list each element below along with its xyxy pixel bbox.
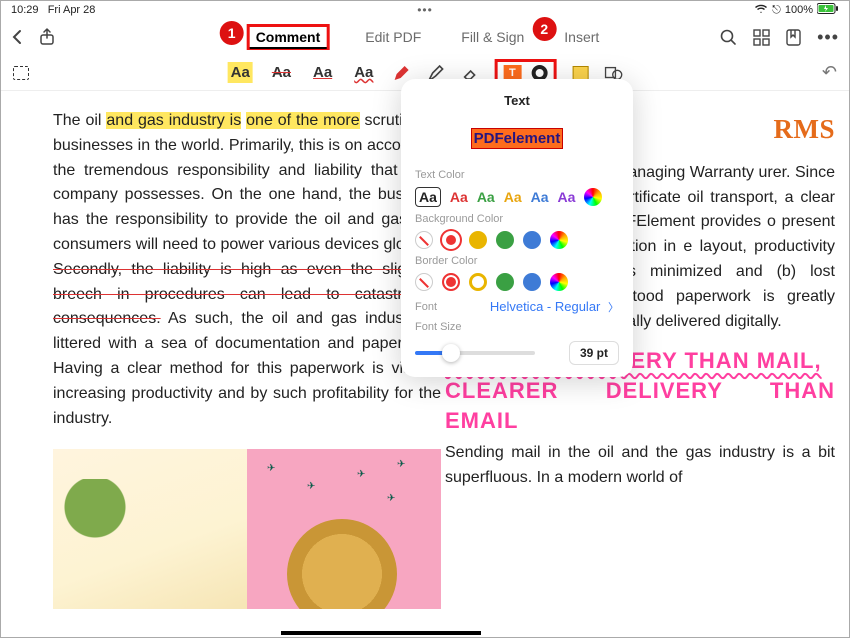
tab-comment[interactable]: 1 Comment bbox=[247, 24, 330, 50]
bg-color-red[interactable] bbox=[442, 231, 460, 249]
border-color-red[interactable] bbox=[442, 273, 460, 291]
tab-comment-label: Comment bbox=[256, 29, 321, 45]
text-color-yellow[interactable]: Aa bbox=[504, 189, 522, 205]
font-label: Font bbox=[415, 301, 437, 313]
border-color-none[interactable] bbox=[415, 273, 433, 291]
bookmark-icon[interactable] bbox=[786, 29, 801, 46]
wifi-icon bbox=[754, 4, 768, 17]
popover-title: Text bbox=[415, 93, 619, 108]
font-row[interactable]: Font Helvetica - Regular 〉 bbox=[415, 299, 619, 315]
bluetooth-icon: ⎋ bbox=[772, 4, 781, 17]
text: As such, the oil and gas industry is lit… bbox=[53, 310, 441, 426]
heading-pink-line2: CLEARER DELIVERY THAN EMAIL bbox=[445, 378, 835, 433]
text-color-custom[interactable] bbox=[584, 188, 602, 206]
tab-fill-sign[interactable]: Fill & Sign bbox=[457, 23, 528, 51]
sample-box: PDFelement bbox=[471, 128, 564, 149]
text: scrutinized businesses in the world. Pri… bbox=[53, 112, 441, 253]
font-size-slider[interactable] bbox=[415, 351, 535, 355]
search-icon[interactable] bbox=[720, 29, 737, 46]
chevron-right-icon: 〉 bbox=[608, 302, 619, 314]
image-row: ✈ ✈ ✈ ✈ ✈ bbox=[53, 449, 441, 609]
selection-box-icon bbox=[13, 66, 29, 80]
callout-badge-1: 1 bbox=[220, 21, 244, 45]
tool-highlight[interactable]: Aa bbox=[228, 62, 253, 83]
tool-underline[interactable]: Aa bbox=[310, 62, 335, 83]
bg-color-none[interactable] bbox=[415, 231, 433, 249]
border-color-yellow[interactable] bbox=[469, 273, 487, 291]
thumbnails-icon[interactable] bbox=[753, 29, 770, 46]
birds-illustration: ✈ ✈ ✈ ✈ ✈ bbox=[247, 449, 441, 609]
text-color-purple[interactable]: Aa bbox=[558, 189, 576, 205]
left-paragraph: The oil and gas industry is one of the m… bbox=[53, 109, 441, 431]
nav-right: ••• bbox=[720, 27, 839, 48]
tab-edit-pdf[interactable]: Edit PDF bbox=[361, 23, 425, 51]
text: The oil bbox=[53, 112, 106, 129]
status-right: ⎋ 100% bbox=[754, 3, 839, 17]
text-color-label: Text Color bbox=[415, 169, 619, 181]
multitask-dots[interactable]: ••• bbox=[417, 3, 433, 17]
left-column: The oil and gas industry is one of the m… bbox=[53, 109, 441, 639]
share-icon[interactable] bbox=[39, 28, 55, 46]
article-image-right: ✈ ✈ ✈ ✈ ✈ bbox=[247, 449, 441, 609]
ipad-status-bar: 10:29 Fri Apr 28 ••• ⎋ 100% bbox=[1, 1, 849, 19]
text-color-red[interactable]: Aa bbox=[450, 189, 468, 205]
clock: 10:29 bbox=[11, 4, 39, 16]
undo-icon[interactable]: ↶ bbox=[822, 62, 837, 83]
text-color-blue[interactable]: Aa bbox=[531, 189, 549, 205]
tool-strikeout[interactable]: Aa bbox=[269, 62, 294, 83]
text-color-row: Aa Aa Aa Aa Aa Aa bbox=[415, 187, 619, 207]
app-top-nav: 1 Comment Edit PDF Fill & Sign 2 Insert … bbox=[1, 19, 849, 55]
bg-color-yellow[interactable] bbox=[469, 231, 487, 249]
status-date: Fri Apr 28 bbox=[48, 4, 96, 16]
bg-color-row bbox=[415, 231, 619, 249]
tool-sticky-note[interactable] bbox=[572, 66, 588, 80]
text-color-green[interactable]: Aa bbox=[477, 189, 495, 205]
article-image-left bbox=[53, 449, 247, 609]
border-color-blue[interactable] bbox=[523, 273, 541, 291]
tool-pencil[interactable] bbox=[392, 64, 410, 82]
bg-color-custom[interactable] bbox=[550, 231, 568, 249]
font-value: Helvetica - Regular bbox=[490, 299, 601, 314]
border-color-row bbox=[415, 273, 619, 291]
bg-color-green[interactable] bbox=[496, 231, 514, 249]
font-size-label: Font Size bbox=[415, 321, 619, 333]
border-color-label: Border Color bbox=[415, 255, 619, 267]
back-icon[interactable] bbox=[11, 29, 23, 45]
more-icon[interactable]: ••• bbox=[817, 27, 839, 48]
bg-color-blue[interactable] bbox=[523, 231, 541, 249]
text-sample-preview: PDFelement bbox=[415, 130, 619, 147]
highlight-annot[interactable]: one of the more bbox=[246, 112, 359, 129]
highlight-annot[interactable]: and gas industry is bbox=[106, 112, 241, 129]
right-paragraph-2: Sending mail in the oil and the gas indu… bbox=[445, 441, 835, 491]
bg-color-label: Background Color bbox=[415, 213, 619, 225]
font-size-row: 39 pt bbox=[415, 341, 619, 365]
status-left: 10:29 Fri Apr 28 bbox=[11, 4, 95, 16]
tool-squiggly[interactable]: Aa bbox=[351, 62, 376, 83]
slider-thumb[interactable] bbox=[442, 344, 460, 362]
nav-left bbox=[11, 28, 55, 46]
palm-illustration bbox=[63, 479, 143, 609]
font-size-value[interactable]: 39 pt bbox=[569, 341, 619, 365]
area-select-tool[interactable] bbox=[13, 66, 43, 80]
border-color-green[interactable] bbox=[496, 273, 514, 291]
border-color-custom[interactable] bbox=[550, 273, 568, 291]
callout-badge-2: 2 bbox=[532, 17, 556, 41]
battery-charging-icon bbox=[817, 3, 839, 17]
tab-insert[interactable]: Insert bbox=[564, 29, 599, 45]
home-indicator bbox=[281, 631, 481, 635]
battery-pct: 100% bbox=[785, 4, 813, 16]
nav-tabs: 1 Comment Edit PDF Fill & Sign 2 Insert bbox=[247, 23, 604, 51]
text-properties-popover[interactable]: Text PDFelement Text Color Aa Aa Aa Aa A… bbox=[401, 79, 633, 377]
text-color-black[interactable]: Aa bbox=[415, 187, 441, 207]
